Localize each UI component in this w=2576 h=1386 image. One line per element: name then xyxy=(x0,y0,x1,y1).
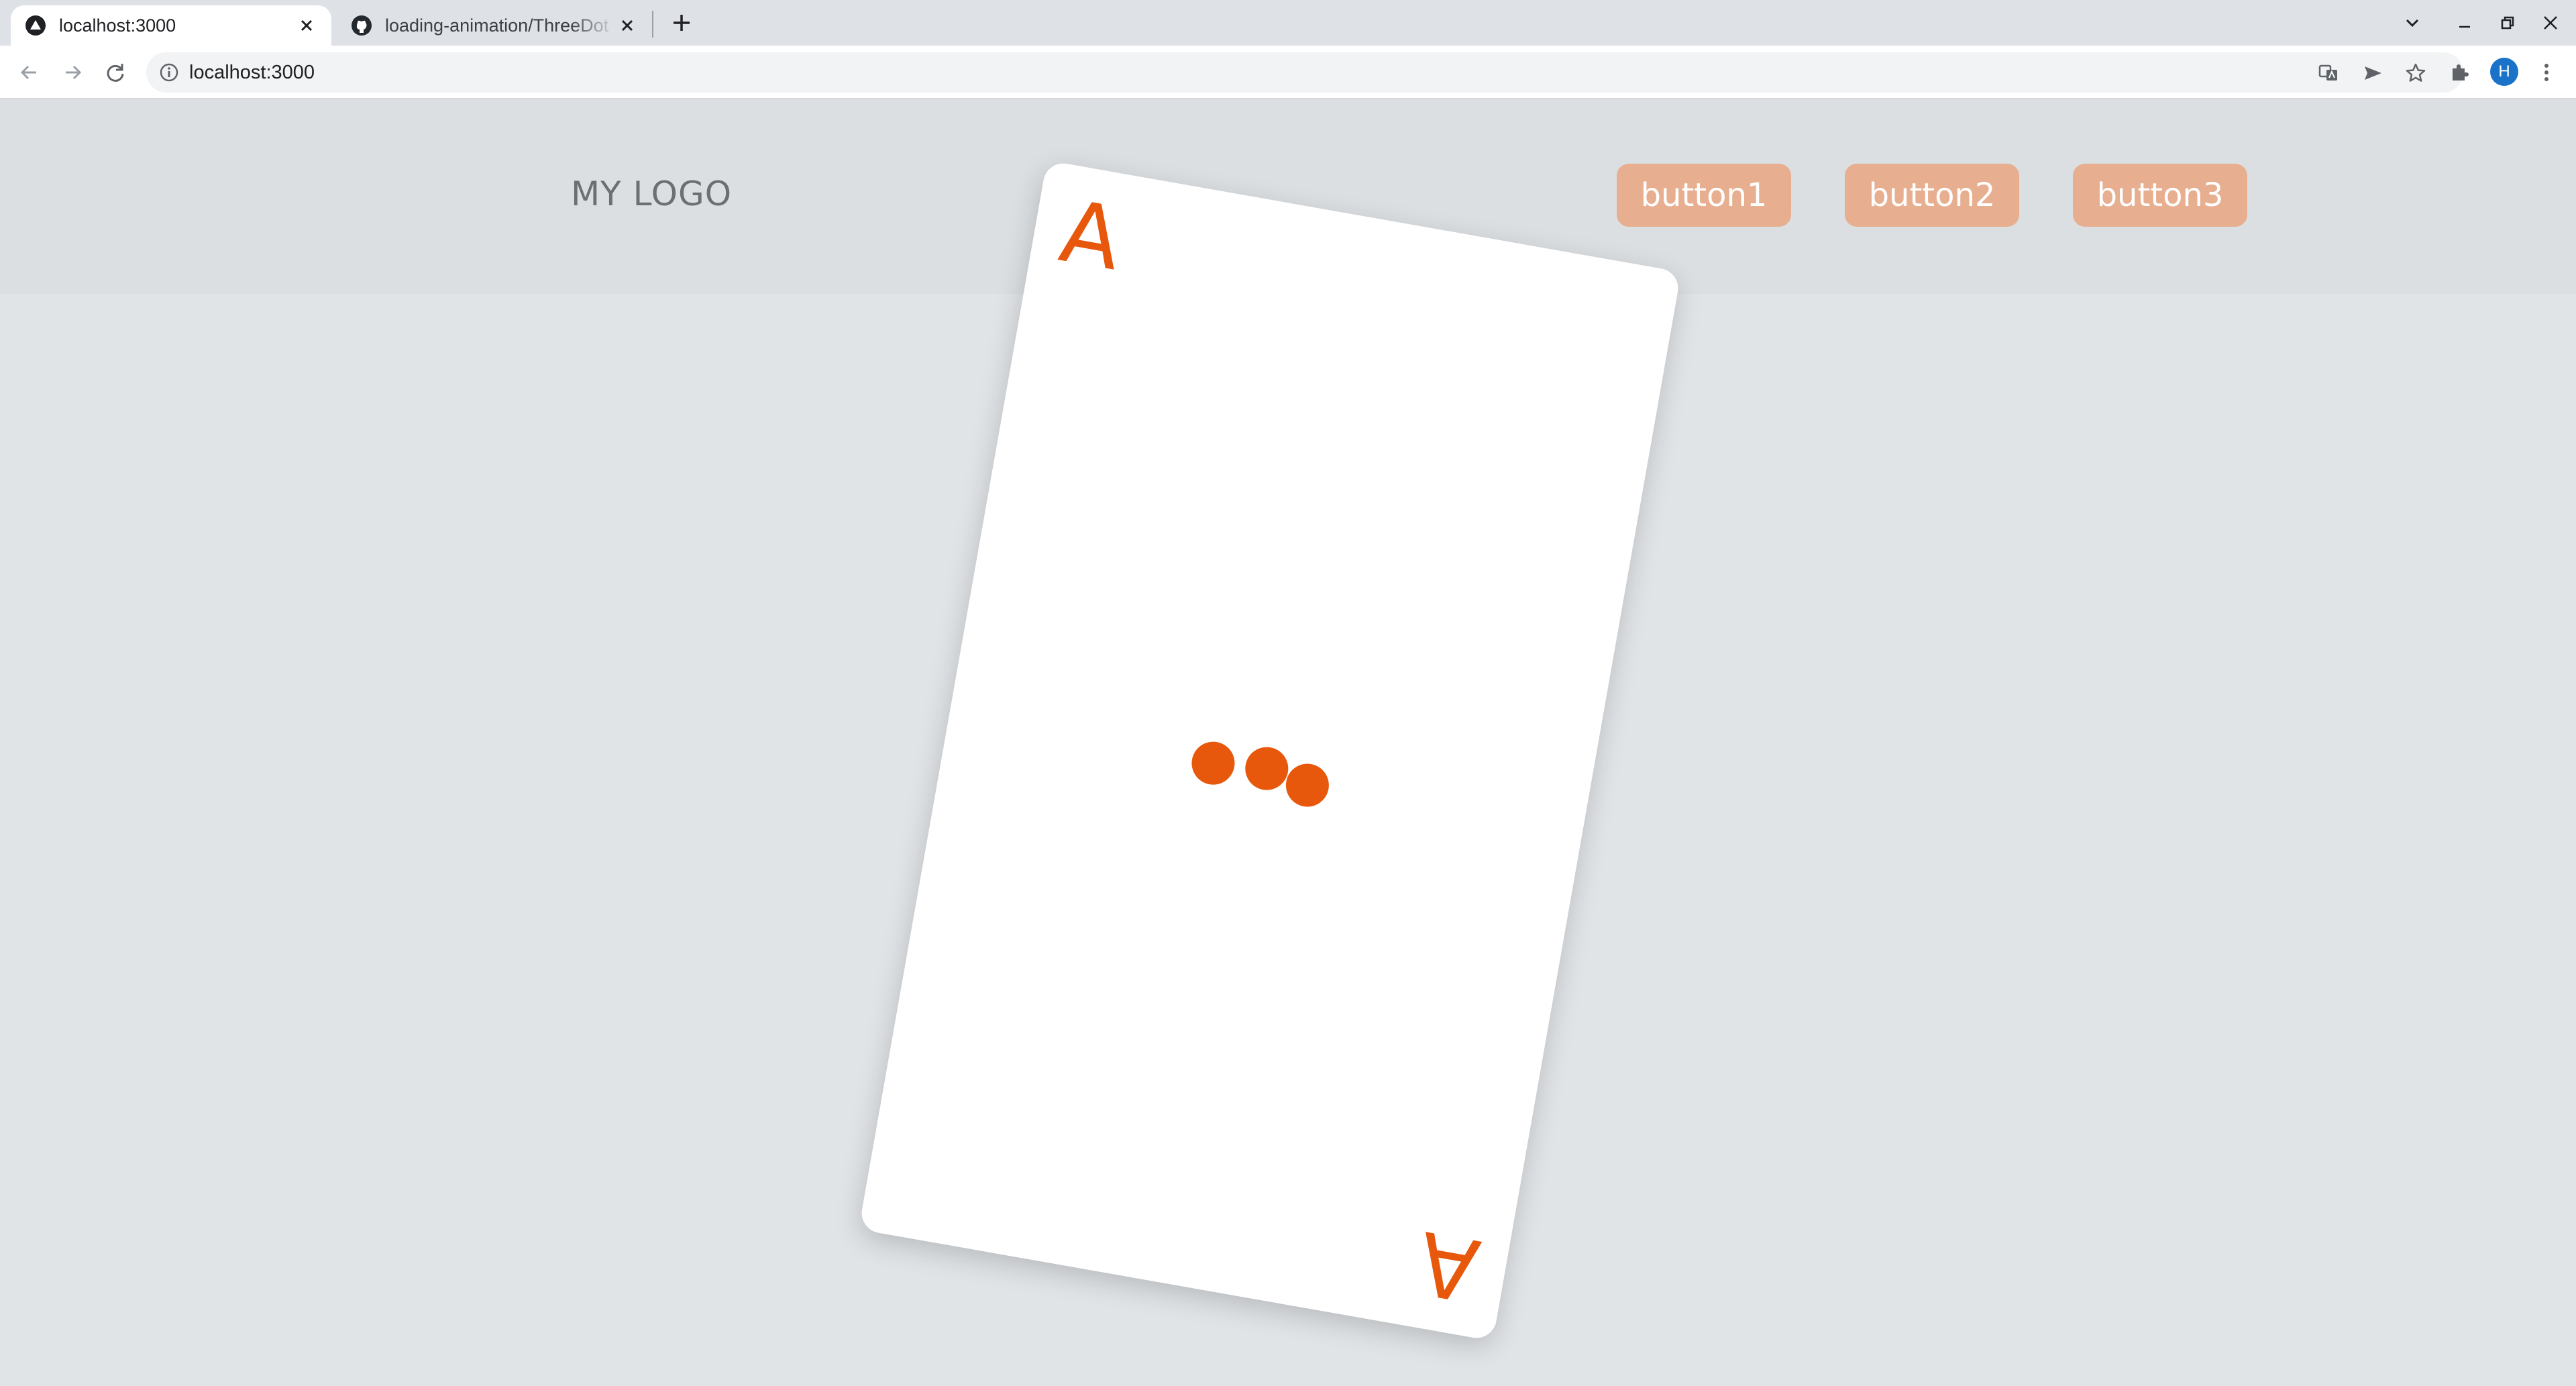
tab-title: loading-animation/ThreeDot xyxy=(385,15,609,36)
button3[interactable]: button3 xyxy=(2073,164,2247,227)
close-window-icon[interactable] xyxy=(2537,9,2564,36)
nextjs-triangle-icon xyxy=(25,15,46,36)
menu-kebab-icon[interactable] xyxy=(2532,58,2561,87)
close-icon[interactable] xyxy=(616,14,639,37)
extensions-icon[interactable] xyxy=(2445,58,2474,87)
card-rank-top: A xyxy=(1053,181,1129,290)
button2[interactable]: button2 xyxy=(1845,164,2019,227)
forward-icon[interactable] xyxy=(58,58,87,87)
button1[interactable]: button1 xyxy=(1617,164,1791,227)
tab-strip: localhost:3000 loading-animation/ThreeDo… xyxy=(0,0,2576,46)
loading-dot-1 xyxy=(1188,738,1238,788)
tab-github[interactable]: loading-animation/ThreeDot xyxy=(337,5,652,46)
address-bar[interactable]: localhost:3000 xyxy=(146,52,2463,93)
loading-dot-2 xyxy=(1242,743,1292,794)
reload-icon[interactable] xyxy=(101,58,130,87)
card-rank-bottom: A xyxy=(1411,1211,1487,1320)
send-icon[interactable] xyxy=(2361,62,2384,85)
minimize-icon[interactable] xyxy=(2451,9,2478,36)
profile-avatar[interactable]: H xyxy=(2490,58,2518,86)
back-icon[interactable] xyxy=(15,58,44,87)
page-content: MY LOGO button1 button2 button3 A A xyxy=(0,99,2576,1386)
info-icon[interactable] xyxy=(158,62,180,83)
close-icon[interactable] xyxy=(295,14,318,37)
tab-search-chevron-icon[interactable] xyxy=(2399,9,2426,36)
tab-title: localhost:3000 xyxy=(59,15,176,36)
github-icon xyxy=(352,15,372,36)
tab-separator xyxy=(652,11,653,38)
restore-icon[interactable] xyxy=(2494,9,2521,36)
star-icon[interactable] xyxy=(2404,62,2427,85)
site-logo[interactable]: MY LOGO xyxy=(571,174,732,213)
browser-toolbar: localhost:3000 H xyxy=(0,46,2576,99)
tab-localhost[interactable]: localhost:3000 xyxy=(11,5,331,46)
address-url[interactable]: localhost:3000 xyxy=(189,52,315,93)
loading-dot-3 xyxy=(1282,760,1332,810)
playing-card: A A xyxy=(858,160,1682,1342)
new-tab-icon[interactable] xyxy=(668,9,695,36)
translate-icon[interactable] xyxy=(2317,62,2340,85)
